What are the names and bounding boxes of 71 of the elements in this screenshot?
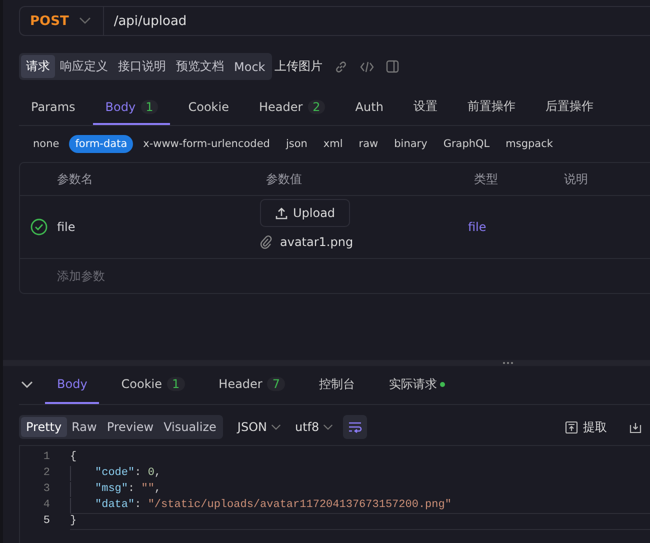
column-header: 类型 [474, 170, 499, 188]
doc-tab[interactable]: 请求 [21, 55, 55, 78]
body-type-option[interactable]: xml [317, 135, 349, 153]
format-select[interactable]: JSON [237, 420, 281, 434]
line-number: 3 [42, 483, 51, 495]
view-mode-tab[interactable]: Pretty [21, 417, 67, 437]
column-header: 说明 [564, 170, 589, 188]
url-field[interactable]: /api/upload [104, 12, 650, 30]
request-tab[interactable]: 设置 [401, 90, 450, 125]
doc-tab[interactable]: 响应定义 [55, 55, 113, 78]
line-number: 1 [42, 451, 51, 463]
line-number: 2 [42, 467, 51, 479]
upload-button[interactable]: Upload [260, 199, 350, 227]
body-type-option[interactable]: none [27, 135, 66, 153]
response-tab[interactable]: 实际请求 [377, 366, 458, 404]
chevron-icon[interactable] [21, 381, 33, 389]
check-circle-icon[interactable] [30, 218, 48, 236]
request-tab[interactable]: 前置操作 [455, 90, 528, 125]
body-type-option[interactable]: msgpack [500, 135, 559, 153]
code-line: } [70, 512, 650, 530]
api-title: 上传图片 [274, 58, 322, 75]
code-icon[interactable] [360, 60, 374, 72]
body-type-option[interactable]: GraphQL [437, 135, 496, 153]
chevron-icon [323, 424, 334, 430]
line-number: 4 [42, 499, 51, 511]
file-name: avatar1.png [280, 235, 354, 249]
method-select[interactable]: POST [20, 7, 104, 35]
code-line: "code": 0, [70, 466, 650, 480]
param-type: file [468, 220, 488, 234]
view-mode-tab[interactable]: Preview [102, 417, 159, 437]
response-tab[interactable]: 控制台 [307, 366, 368, 404]
upload-icon [275, 206, 288, 220]
extract-button[interactable]: 提取 [565, 418, 607, 436]
request-tab[interactable]: Params [19, 90, 88, 125]
download-icon[interactable] [629, 420, 642, 434]
link-icon[interactable] [334, 60, 348, 74]
extract-icon [565, 420, 578, 434]
request-tab[interactable]: Body 1 [93, 90, 170, 125]
response-tab[interactable]: Cookie 1 [109, 366, 197, 404]
column-header: 参数名 [57, 170, 94, 188]
drag-handle-icon[interactable] [502, 361, 514, 365]
request-tab[interactable]: Auth [343, 90, 396, 125]
column-header: 参数值 [266, 170, 303, 188]
doc-tab[interactable]: Mock [229, 55, 270, 78]
panel-icon[interactable] [386, 60, 400, 73]
code-line: { [70, 450, 78, 464]
view-mode-tab[interactable]: Raw [66, 417, 102, 437]
chevron-icon [270, 424, 281, 430]
body-type-option[interactable]: binary [388, 135, 434, 153]
body-type-option[interactable]: json [280, 135, 314, 153]
doc-tab[interactable]: 接口说明 [113, 55, 171, 78]
word-wrap-button[interactable] [343, 415, 368, 439]
url-bar[interactable]: POST /api/upload [19, 6, 650, 36]
response-tab[interactable]: Body [45, 366, 100, 404]
code-line: "msg": "", [70, 482, 650, 496]
request-tab[interactable]: Header 2 [246, 90, 338, 125]
code-line: "data": "/static/uploads/avatar117204137673157200.png" [70, 498, 650, 512]
body-type-option[interactable]: form-data [69, 135, 134, 153]
encoding-select[interactable]: utf8 [294, 420, 334, 434]
doc-tab[interactable]: 预览文档 [171, 55, 229, 78]
chevron-icon [78, 17, 91, 25]
wrap-icon [348, 421, 362, 433]
line-number: 5 [42, 515, 51, 527]
view-mode-tab[interactable]: Visualize [158, 417, 222, 437]
paperclip-icon [260, 235, 272, 249]
response-tab[interactable]: Header 7 [206, 366, 298, 404]
request-tab[interactable]: Cookie [176, 90, 241, 125]
body-type-option[interactable]: raw [352, 135, 384, 153]
body-type-option[interactable]: x-www-form-urlencoded [137, 135, 276, 153]
param-name: file [57, 220, 76, 234]
request-tab[interactable]: 后置操作 [533, 90, 606, 125]
